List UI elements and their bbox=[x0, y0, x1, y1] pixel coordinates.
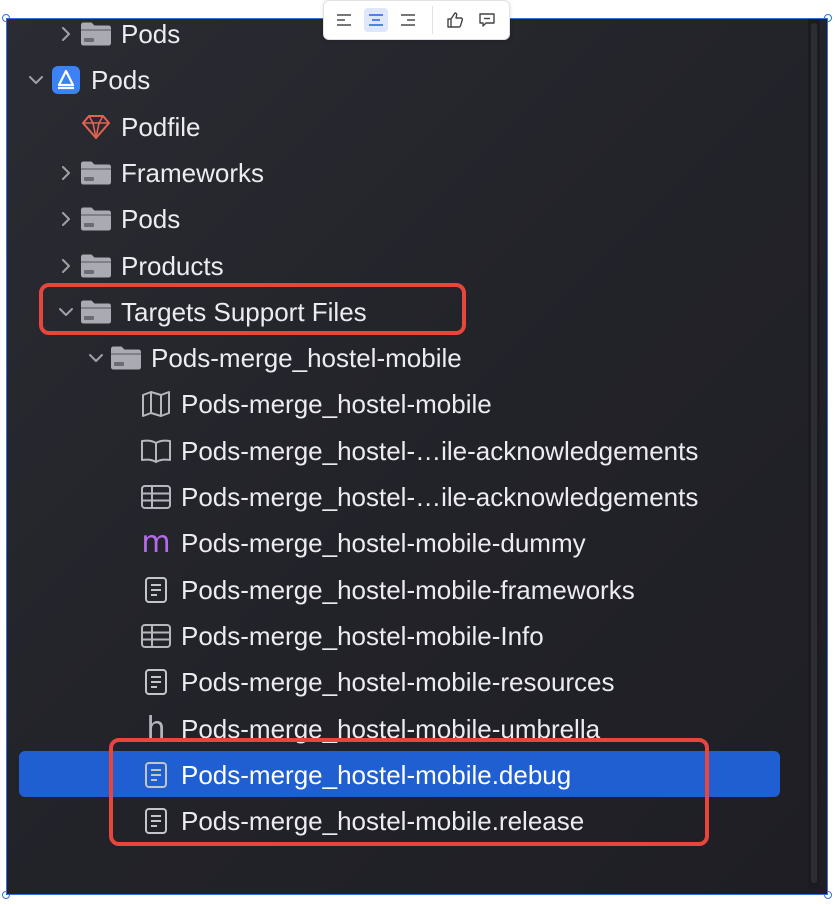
xcode-project-icon bbox=[49, 65, 83, 95]
navigator-row[interactable]: Frameworks bbox=[53, 150, 264, 196]
folder-icon bbox=[79, 158, 113, 188]
navigator-row[interactable]: Pods bbox=[53, 19, 180, 57]
disclosure-chevron-down-icon[interactable] bbox=[23, 73, 49, 87]
disclosure-chevron-down-icon[interactable] bbox=[83, 351, 109, 365]
align-left-button[interactable] bbox=[332, 8, 356, 32]
folder-icon bbox=[79, 19, 113, 49]
plist-icon bbox=[139, 482, 173, 512]
text-file-icon bbox=[139, 667, 173, 697]
align-center-button[interactable] bbox=[364, 8, 388, 32]
navigator-row-label: Pods-merge_hostel-mobile bbox=[181, 389, 492, 420]
navigator-row[interactable]: Pods-merge_hostel-mobile bbox=[113, 381, 492, 427]
module-map-icon bbox=[139, 389, 173, 419]
align-right-icon bbox=[401, 14, 415, 26]
navigator-row-label: Pods-merge_hostel-…ile-acknowledgements bbox=[181, 435, 699, 466]
annotation-box-config-files bbox=[109, 738, 709, 846]
navigator-row[interactable]: Products bbox=[53, 243, 224, 289]
thumbs-up-button[interactable] bbox=[443, 8, 467, 32]
navigator-row[interactable]: Podfile bbox=[53, 104, 201, 150]
navigator-row-label: Pods-merge_hostel-mobile-dummy bbox=[181, 528, 586, 559]
toolbar-separator bbox=[432, 6, 433, 34]
navigator-row-label: Pods-merge_hostel-mobile-resources bbox=[181, 667, 615, 698]
navigator-row[interactable]: Pods-merge_hostel-mobile-resources bbox=[113, 659, 615, 705]
align-right-button[interactable] bbox=[396, 8, 420, 32]
disclosure-chevron-right-icon[interactable] bbox=[53, 27, 79, 41]
text-file-icon bbox=[139, 575, 173, 605]
navigator-row[interactable]: Pods-merge_hostel-mobile bbox=[83, 335, 462, 381]
navigator-row[interactable]: Pods bbox=[23, 57, 150, 103]
scrollbar-thumb[interactable] bbox=[811, 23, 817, 883]
align-center-icon bbox=[369, 14, 383, 26]
navigator-row-label: Products bbox=[121, 250, 224, 281]
navigator-row-label: Pods bbox=[121, 204, 181, 235]
navigator-row-label: Frameworks bbox=[121, 157, 265, 188]
navigator-row-label: Pods-merge_hostel-mobile bbox=[151, 343, 462, 374]
comment-button[interactable] bbox=[475, 8, 499, 32]
navigator-row[interactable]: Pods-merge_hostel-mobile-frameworks bbox=[113, 567, 635, 613]
folder-icon bbox=[109, 343, 143, 373]
navigator-row[interactable]: m Pods-merge_hostel-mobile-dummy bbox=[113, 520, 586, 566]
scrollbar[interactable] bbox=[808, 19, 820, 889]
navigator-row-label: Podfile bbox=[121, 111, 201, 142]
folder-icon bbox=[79, 204, 113, 234]
navigator-row-label: Pods-merge_hostel-mobile-frameworks bbox=[181, 574, 635, 605]
plist-icon bbox=[139, 621, 173, 651]
navigator-row[interactable]: Pods-merge_hostel-mobile-Info bbox=[113, 613, 544, 659]
navigator-row-label: Pods-merge_hostel-mobile-Info bbox=[181, 620, 544, 651]
folder-icon bbox=[79, 251, 113, 281]
disclosure-chevron-right-icon[interactable] bbox=[53, 212, 79, 227]
align-left-icon bbox=[337, 14, 351, 26]
disclosure-chevron-right-icon[interactable] bbox=[53, 258, 79, 273]
navigator-row-label: Pods bbox=[91, 65, 151, 96]
book-icon bbox=[139, 436, 173, 466]
navigator-row-label: Pods bbox=[121, 19, 181, 49]
navigator-row-label: Pods-merge_hostel-…ile-acknowledgements bbox=[181, 482, 699, 512]
navigator-row[interactable]: Pods-merge_hostel-…ile-acknowledgements bbox=[113, 428, 698, 474]
annotation-box-targets bbox=[39, 283, 466, 335]
objc-m-file-icon: m bbox=[141, 525, 171, 561]
navigator-row[interactable]: Pods-merge_hostel-…ile-acknowledgements bbox=[113, 474, 698, 520]
comment-icon bbox=[479, 13, 495, 27]
ruby-gem-icon bbox=[79, 112, 113, 142]
navigator-row[interactable]: Pods bbox=[53, 196, 180, 242]
thumbs-up-icon bbox=[447, 12, 464, 28]
floating-toolbar bbox=[323, 0, 510, 40]
disclosure-chevron-right-icon[interactable] bbox=[53, 165, 79, 180]
